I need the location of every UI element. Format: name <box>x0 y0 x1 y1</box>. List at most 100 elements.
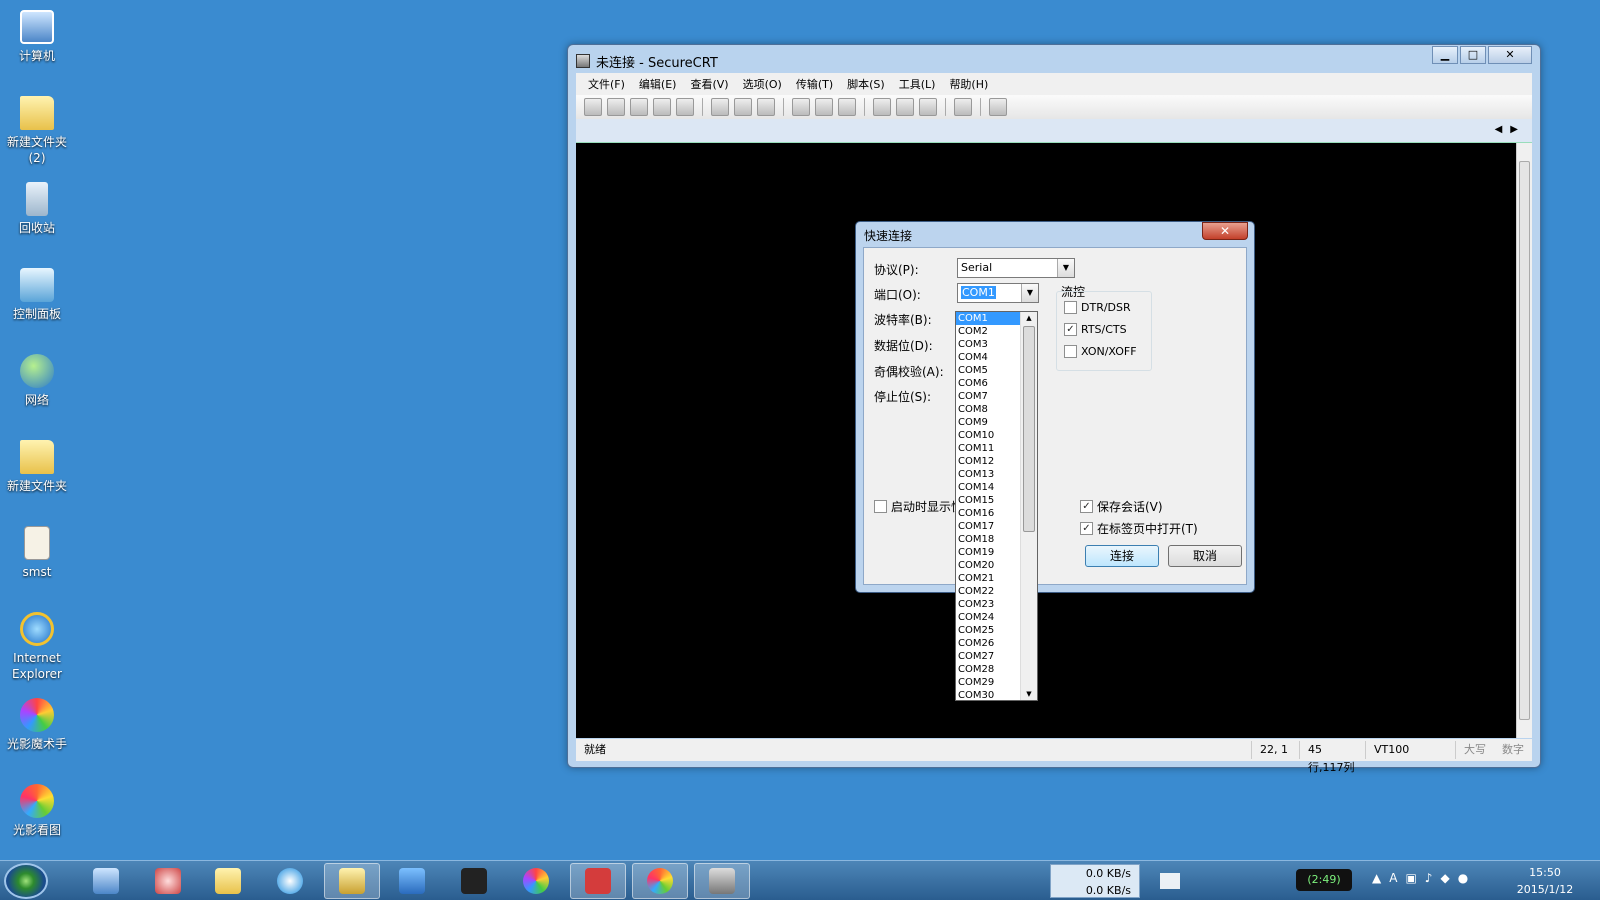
port-option[interactable]: COM8 <box>956 403 1020 416</box>
port-option[interactable]: COM13 <box>956 468 1020 481</box>
port-option[interactable]: COM4 <box>956 351 1020 364</box>
security-shield-icon[interactable]: ◆ <box>1440 871 1449 885</box>
port-option[interactable]: COM1 <box>956 312 1020 325</box>
port-option[interactable]: COM14 <box>956 481 1020 494</box>
battery-indicator[interactable]: (2:49) <box>1296 869 1352 891</box>
signal-strength-icon[interactable] <box>1160 873 1200 889</box>
dropdown-scroll-thumb[interactable] <box>1023 326 1035 532</box>
port-option[interactable]: COM6 <box>956 377 1020 390</box>
global-options-icon[interactable] <box>896 98 914 116</box>
port-option[interactable]: COM21 <box>956 572 1020 585</box>
session-options-icon[interactable] <box>873 98 891 116</box>
port-select[interactable]: COM1 ▼ <box>957 283 1039 303</box>
port-option[interactable]: COM19 <box>956 546 1020 559</box>
taskbar-folder-button[interactable] <box>200 863 256 899</box>
desktop-icon[interactable]: 计算机 <box>0 2 74 64</box>
terminal-scrollbar[interactable] <box>1516 143 1532 738</box>
port-option[interactable]: COM18 <box>956 533 1020 546</box>
port-option[interactable]: COM23 <box>956 598 1020 611</box>
port-option[interactable]: COM11 <box>956 442 1020 455</box>
printer-setup-icon[interactable] <box>838 98 856 116</box>
taskbar-red-app-button[interactable] <box>570 863 626 899</box>
desktop-icon[interactable]: Internet Explorer <box>0 604 74 682</box>
port-option[interactable]: COM27 <box>956 650 1020 663</box>
port-option[interactable]: COM29 <box>956 676 1020 689</box>
port-option[interactable]: COM5 <box>956 364 1020 377</box>
menu-item[interactable]: 帮助(H) <box>949 76 988 92</box>
port-option[interactable]: COM3 <box>956 338 1020 351</box>
tray-app-icon[interactable]: ● <box>1458 871 1468 885</box>
cancel-button[interactable]: 取消 <box>1168 545 1242 567</box>
scroll-up-icon[interactable]: ▲ <box>1021 312 1037 324</box>
port-option[interactable]: COM25 <box>956 624 1020 637</box>
menu-item[interactable]: 文件(F) <box>588 76 625 92</box>
copy-icon[interactable] <box>711 98 729 116</box>
taskbar-browser-button[interactable] <box>262 863 318 899</box>
tray-expand-icon[interactable]: ▲ <box>1372 871 1381 885</box>
taskbar-explorer-button[interactable] <box>324 863 380 899</box>
quick-connect-icon[interactable] <box>607 98 625 116</box>
desktop-icon[interactable]: 控制面板 <box>0 260 74 322</box>
chevron-down-icon[interactable]: ▼ <box>1021 284 1038 302</box>
port-option[interactable]: COM26 <box>956 637 1020 650</box>
sftp-icon[interactable] <box>989 98 1007 116</box>
print-selection-icon[interactable] <box>815 98 833 116</box>
taskbar-app-button[interactable] <box>384 863 440 899</box>
checkbox-box[interactable] <box>874 500 887 513</box>
connect-in-tab-icon[interactable] <box>630 98 648 116</box>
port-option[interactable]: COM22 <box>956 585 1020 598</box>
desktop-icon[interactable]: 光影魔术手 <box>0 690 74 752</box>
connect-icon[interactable] <box>584 98 602 116</box>
minimize-button[interactable]: ▁ <box>1432 46 1458 64</box>
menu-item[interactable]: 工具(L) <box>899 76 936 92</box>
scroll-down-icon[interactable]: ▼ <box>1021 688 1037 700</box>
port-option[interactable]: COM2 <box>956 325 1020 338</box>
desktop-icon[interactable]: 光影看图 <box>0 776 74 838</box>
checkbox-box[interactable] <box>1064 301 1077 314</box>
port-option[interactable]: COM30 <box>956 689 1020 700</box>
taskbar-paint-button[interactable] <box>140 863 196 899</box>
print-icon[interactable] <box>792 98 810 116</box>
input-method-icon[interactable]: A <box>1389 871 1397 885</box>
port-option[interactable]: COM12 <box>956 455 1020 468</box>
menu-item[interactable]: 查看(V) <box>690 76 728 92</box>
protocol-select[interactable]: Serial ▼ <box>957 258 1075 278</box>
checkbox-box[interactable]: ✓ <box>1080 500 1093 513</box>
taskbar-tool-button[interactable] <box>446 863 502 899</box>
find-icon[interactable] <box>757 98 775 116</box>
xon-xoff-checkbox[interactable]: XON/XOFF <box>1064 345 1137 358</box>
paste-icon[interactable] <box>734 98 752 116</box>
checkbox-box[interactable]: ✓ <box>1064 323 1077 336</box>
desktop-icon[interactable]: 新建文件夹 <box>0 432 74 494</box>
desktop-icon[interactable]: 新建文件夹 (2) <box>0 88 74 166</box>
disconnect-icon[interactable] <box>676 98 694 116</box>
port-option[interactable]: COM28 <box>956 663 1020 676</box>
desktop-icon[interactable]: 回收站 <box>0 174 74 236</box>
desktop-icon[interactable]: smst <box>0 518 74 580</box>
maximize-button[interactable]: □ <box>1460 46 1486 64</box>
port-option[interactable]: COM20 <box>956 559 1020 572</box>
menu-item[interactable]: 选项(O) <box>743 76 782 92</box>
clock[interactable]: 15:50 2015/1/12 <box>1510 864 1580 898</box>
desktop-icon[interactable]: 网络 <box>0 346 74 408</box>
taskbar-computer-button[interactable] <box>78 863 134 899</box>
help-icon[interactable] <box>954 98 972 116</box>
port-option[interactable]: COM7 <box>956 390 1020 403</box>
port-option[interactable]: COM17 <box>956 520 1020 533</box>
checkbox-box[interactable]: ✓ <box>1080 522 1093 535</box>
taskbar-photo-editor-button[interactable] <box>508 863 564 899</box>
taskbar-photo-viewer-button[interactable] <box>632 863 688 899</box>
port-option[interactable]: COM9 <box>956 416 1020 429</box>
network-tray-icon[interactable]: ▣ <box>1405 871 1416 885</box>
scrollbar-thumb[interactable] <box>1519 161 1530 720</box>
keymap-icon[interactable] <box>919 98 937 116</box>
port-option[interactable]: COM15 <box>956 494 1020 507</box>
chevron-down-icon[interactable]: ▼ <box>1057 259 1074 277</box>
menu-item[interactable]: 传输(T) <box>796 76 833 92</box>
menu-item[interactable]: 脚本(S) <box>847 76 885 92</box>
close-button[interactable]: ✕ <box>1488 46 1532 64</box>
start-button[interactable] <box>4 863 48 899</box>
port-option[interactable]: COM24 <box>956 611 1020 624</box>
rts-cts-checkbox[interactable]: ✓ RTS/CTS <box>1064 323 1127 336</box>
tab-scroll-arrows-icon[interactable]: ◀▶ <box>1495 124 1526 135</box>
